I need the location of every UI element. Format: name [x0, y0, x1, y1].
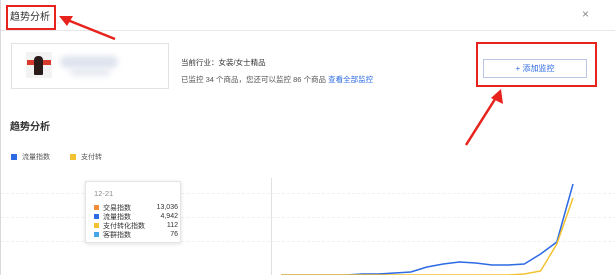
industry-label: 当前行业：女装/女士精品: [181, 58, 266, 67]
tooltip-swatch: [94, 214, 99, 219]
tooltip-value: 76: [170, 231, 178, 238]
legend-swatch: [11, 154, 17, 160]
thumbnail-figure: [34, 56, 43, 75]
monitor-summary: 已监控 34 个商品，您还可以监控 86 个商品 查看全部监控: [181, 74, 373, 85]
tooltip-date: 12-21: [94, 189, 114, 198]
legend-item-traffic[interactable]: 流量指数: [11, 152, 50, 162]
callout-box-title: [6, 5, 56, 30]
shop-card[interactable]: [11, 43, 169, 89]
dialog-header: 趋势分析 ×: [1, 0, 615, 31]
monitored-count: 34: [205, 75, 214, 84]
callout-box-add-button: [476, 42, 597, 87]
legend-swatch: [70, 154, 76, 160]
view-all-monitors-link[interactable]: 查看全部监控: [328, 75, 373, 84]
blurred-shop-detail: [70, 68, 110, 76]
close-icon[interactable]: ×: [582, 7, 589, 21]
tooltip-row: 客群指数 76: [94, 230, 178, 239]
tooltip-value: 4,942: [160, 213, 178, 220]
tooltip-value: 13,036: [156, 204, 178, 211]
tooltip-swatch: [94, 232, 99, 237]
tooltip-label: 客群指数: [103, 231, 131, 239]
remaining-count: 86: [293, 75, 302, 84]
trend-analysis-dialog: 趋势分析 × 当前行业：女装/女士精品 已监控 34 个商品，您还可以监控 86…: [0, 0, 615, 275]
arrow-head-add: [491, 89, 503, 104]
legend-label: 流量指数: [22, 154, 50, 161]
section-title: 趋势分析: [10, 122, 50, 133]
shop-thumbnail: [26, 52, 52, 78]
series-line-2: [281, 197, 574, 275]
monitor-prefix: 已监控: [181, 75, 204, 84]
tooltip-value: 112: [166, 222, 178, 229]
series-line-1: [281, 183, 574, 275]
legend-item-conversion[interactable]: 支付转: [70, 152, 102, 162]
tooltip-swatch: [94, 205, 99, 210]
arrow-shaft-add: [464, 95, 499, 146]
legend-label: 支付转: [81, 154, 102, 161]
tooltip-swatch: [94, 223, 99, 228]
monitor-middle: 个商品，您还可以监控: [216, 75, 292, 84]
blurred-shop-name: [60, 56, 118, 68]
chart-tooltip: 12-21 交易指数 13,036 流量指数 4,942 支付转化指数 112 …: [85, 181, 181, 243]
hover-crosshair: [271, 178, 272, 275]
monitor-suffix: 个商品: [303, 75, 327, 84]
